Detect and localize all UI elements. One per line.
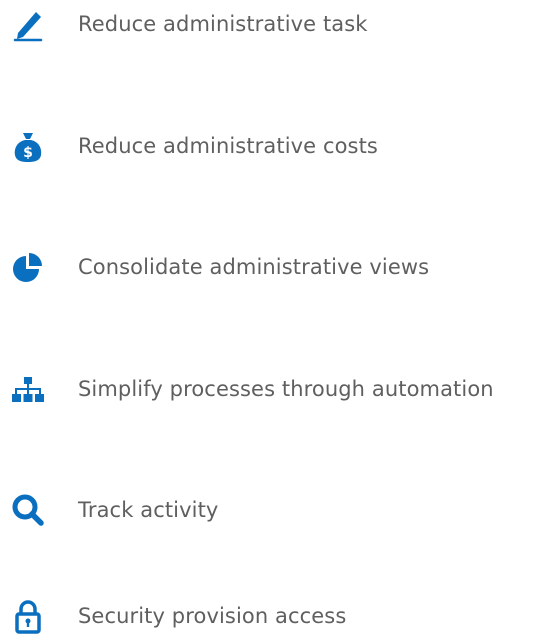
benefit-item-security-access: Security provision access: [0, 592, 555, 640]
money-bag-icon: $: [10, 128, 46, 164]
benefit-item-reduce-task: Reduce administrative task: [0, 0, 555, 48]
benefit-item-reduce-costs: $ Reduce administrative costs: [0, 122, 555, 170]
benefit-item-simplify-processes: Simplify processes through automation: [0, 365, 555, 413]
pen-icon: [10, 6, 46, 42]
benefit-label: Simplify processes through automation: [78, 377, 494, 401]
org-chart-icon: [10, 371, 46, 407]
benefit-list: Reduce administrative task $ Reduce admi…: [0, 0, 555, 639]
benefit-label: Consolidate administrative views: [78, 255, 430, 279]
lock-icon: [10, 598, 46, 634]
pie-chart-icon: [10, 249, 46, 285]
search-icon: [10, 492, 46, 528]
svg-text:$: $: [23, 145, 33, 161]
benefit-label: Security provision access: [78, 604, 347, 628]
benefit-label: Reduce administrative costs: [78, 134, 378, 158]
benefit-label: Track activity: [78, 498, 219, 522]
benefit-label: Reduce administrative task: [78, 12, 368, 36]
benefit-item-track-activity: Track activity: [0, 486, 555, 534]
benefit-item-consolidate-views: Consolidate administrative views: [0, 243, 555, 291]
